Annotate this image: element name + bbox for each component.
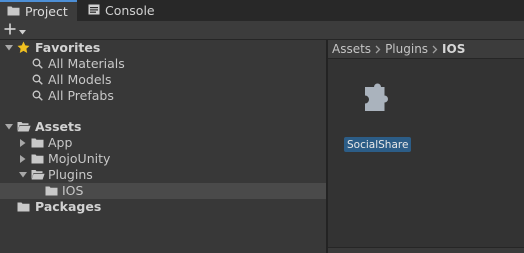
folder-open-icon: [31, 169, 45, 180]
tree-item-label: All Materials: [48, 56, 125, 71]
asset-browser: Assets Plugins IOS SocialShare: [328, 40, 524, 253]
plus-icon: [4, 23, 16, 38]
tree-item-label: All Models: [48, 72, 112, 87]
expand-arrow-icon[interactable]: [18, 170, 28, 180]
assets-label: Assets: [35, 119, 82, 134]
folder-icon: [45, 185, 58, 196]
plugin-puzzle-icon: [357, 82, 391, 116]
search-icon: [32, 74, 43, 85]
tree-item-ios[interactable]: IOS: [0, 183, 326, 199]
breadcrumb-item-assets[interactable]: Assets: [332, 42, 371, 56]
tree-item-all-prefabs[interactable]: All Prefabs: [0, 88, 326, 104]
folder-icon: [7, 5, 20, 19]
breadcrumb-item-plugins[interactable]: Plugins: [385, 42, 428, 56]
tree-item-favorites[interactable]: Favorites: [0, 40, 326, 56]
tree-item-mojounity[interactable]: MojoUnity: [0, 151, 326, 167]
expand-arrow-icon[interactable]: [4, 122, 14, 132]
tree-item-plugins[interactable]: Plugins: [0, 167, 326, 183]
breadcrumb-item-ios[interactable]: IOS: [442, 42, 465, 56]
tree-item-app[interactable]: App: [0, 135, 326, 151]
asset-item-socialshare[interactable]: SocialShare: [344, 80, 412, 152]
tab-project-label: Project: [25, 4, 68, 19]
tree-item-label: MojoUnity: [48, 151, 111, 166]
tab-project[interactable]: Project: [0, 0, 77, 21]
expand-arrow-icon[interactable]: [4, 43, 14, 53]
collapse-arrow-icon[interactable]: [18, 138, 28, 148]
create-button[interactable]: [4, 22, 34, 39]
tree-item-label: Plugins: [48, 167, 93, 182]
search-icon: [32, 90, 43, 101]
folder-icon: [17, 201, 30, 212]
folder-icon: [31, 137, 44, 148]
tree-item-packages[interactable]: Packages: [0, 199, 326, 215]
tree-item-label: App: [48, 135, 73, 150]
tree-item-assets[interactable]: Assets: [0, 119, 326, 135]
collapse-arrow-icon[interactable]: [18, 154, 28, 164]
tab-console-label: Console: [105, 3, 155, 18]
chevron-right-icon: [432, 45, 438, 54]
toolbar: [0, 21, 524, 40]
tab-strip: Project Console: [0, 0, 524, 21]
folder-open-icon: [17, 121, 31, 132]
tab-console[interactable]: Console: [81, 0, 159, 21]
chevron-down-icon: [19, 24, 26, 38]
favorites-label: Favorites: [35, 40, 101, 55]
console-icon: [88, 4, 100, 18]
asset-label: SocialShare: [344, 137, 412, 152]
chevron-right-icon: [375, 45, 381, 54]
tree-item-label: All Prefabs: [48, 88, 114, 103]
folder-icon: [31, 153, 44, 164]
tree-item-all-materials[interactable]: All Materials: [0, 56, 326, 72]
breadcrumb: Assets Plugins IOS: [328, 40, 524, 59]
project-tree: Favorites All Materials All Models All P…: [0, 40, 326, 253]
star-icon: [17, 41, 30, 54]
search-icon: [32, 58, 43, 69]
tree-item-label: IOS: [62, 183, 84, 198]
bottom-bar: [328, 247, 524, 253]
packages-label: Packages: [35, 199, 102, 214]
tree-item-all-models[interactable]: All Models: [0, 72, 326, 88]
